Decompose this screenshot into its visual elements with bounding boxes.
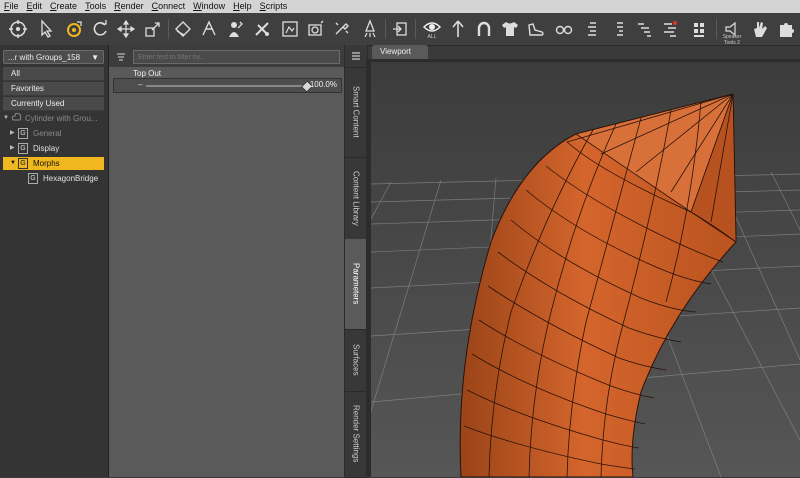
hand-icon[interactable] bbox=[748, 17, 772, 41]
joint-editor-icon[interactable] bbox=[197, 17, 221, 41]
menu-bar: File Edit Create Tools Render Connect Wi… bbox=[0, 0, 800, 13]
scene-list-icon[interactable] bbox=[658, 17, 682, 41]
filter-options-icon[interactable] bbox=[115, 51, 127, 63]
tab-label: Content Library bbox=[351, 170, 361, 226]
menu-scripts[interactable]: Scripts bbox=[256, 0, 292, 13]
tree-item-label: Display bbox=[33, 144, 60, 153]
puzzle-icon[interactable] bbox=[774, 17, 798, 41]
nav-favorites[interactable]: Favorites bbox=[3, 82, 104, 96]
tab-label: Surfaces bbox=[351, 344, 361, 376]
view-all-caption: ALL bbox=[427, 34, 437, 40]
geometry-editor-icon[interactable] bbox=[171, 17, 195, 41]
tree-item-hexagonbridge[interactable]: G HexagonBridge bbox=[28, 172, 104, 185]
tab-content-library[interactable]: Content Library bbox=[345, 157, 367, 240]
universal-tool-icon[interactable] bbox=[62, 17, 86, 41]
pointer-icon[interactable] bbox=[34, 17, 58, 41]
tab-label: Render Settings bbox=[351, 405, 361, 463]
nav-currently-used[interactable]: Currently Used bbox=[3, 97, 104, 111]
group-icon: G bbox=[18, 158, 28, 169]
spot-render-icon[interactable] bbox=[278, 17, 302, 41]
grid-list-icon[interactable] bbox=[688, 17, 712, 41]
tree-item-label: General bbox=[33, 129, 62, 138]
expand-arrow-icon[interactable]: ▼ bbox=[3, 112, 11, 125]
slider-label: Top Out bbox=[133, 69, 162, 78]
pose-list-icon[interactable] bbox=[606, 17, 630, 41]
expand-arrow-icon[interactable]: ▶ bbox=[10, 127, 18, 140]
scale-icon[interactable] bbox=[141, 17, 165, 41]
tree-item-display[interactable]: ▶ G Display bbox=[10, 142, 104, 155]
slider-value[interactable]: 100.0% bbox=[310, 80, 337, 89]
menu-tools[interactable]: Tools bbox=[81, 0, 110, 13]
parameter-filter-input[interactable] bbox=[133, 50, 340, 64]
speaker-tools-caption: Speaker Tools 2 bbox=[722, 34, 742, 46]
tab-label: Smart Content bbox=[351, 86, 361, 138]
rotate-icon[interactable] bbox=[88, 17, 112, 41]
spot-light-icon[interactable] bbox=[358, 17, 382, 41]
horseshoe-icon[interactable] bbox=[472, 17, 496, 41]
tree-root[interactable]: ▼ Cylinder with Grou... bbox=[3, 112, 104, 125]
tab-render-settings[interactable]: Render Settings bbox=[345, 391, 367, 478]
panel-menu-icon[interactable] bbox=[345, 45, 367, 68]
surface-selection-icon[interactable] bbox=[250, 17, 274, 41]
main-toolbar: ALL Speaker Tools 2 bbox=[0, 13, 800, 46]
tree-item-morphs[interactable]: ▼ G Morphs bbox=[3, 157, 104, 170]
tree-item-label: HexagonBridge bbox=[43, 174, 99, 183]
side-tab-bar: Smart Content Content Library Parameters… bbox=[344, 45, 368, 478]
tab-label: Parameters bbox=[351, 263, 361, 305]
slider-track[interactable] bbox=[146, 85, 306, 87]
tab-parameters[interactable]: Parameters bbox=[345, 239, 367, 330]
parameters-header bbox=[109, 45, 344, 67]
group-icon: G bbox=[18, 128, 28, 139]
align-list-icon[interactable] bbox=[632, 17, 656, 41]
expand-arrow-icon[interactable]: ▼ bbox=[10, 157, 18, 170]
node-weight-brush-icon[interactable] bbox=[223, 17, 247, 41]
minus-icon[interactable]: – bbox=[138, 80, 142, 89]
menu-file[interactable]: File bbox=[0, 0, 23, 13]
chevron-down-icon: ▼ bbox=[91, 53, 99, 62]
tree-root-label: Cylinder with Grou... bbox=[25, 114, 98, 123]
node-selection-icon[interactable] bbox=[6, 17, 30, 41]
render-settings-icon[interactable] bbox=[330, 17, 354, 41]
shirt-icon[interactable] bbox=[498, 17, 522, 41]
tab-surfaces[interactable]: Surfaces bbox=[345, 329, 367, 392]
menu-create[interactable]: Create bbox=[46, 0, 81, 13]
render-icon[interactable] bbox=[304, 17, 328, 41]
menu-help[interactable]: Help bbox=[229, 0, 256, 13]
viewport-3d[interactable] bbox=[371, 62, 800, 477]
morph-list-icon[interactable] bbox=[580, 17, 604, 41]
shoe-icon[interactable] bbox=[524, 17, 548, 41]
menu-edit[interactable]: Edit bbox=[23, 0, 47, 13]
up-arrow-icon[interactable] bbox=[446, 17, 470, 41]
glasses-icon[interactable] bbox=[552, 17, 576, 41]
menu-connect[interactable]: Connect bbox=[148, 0, 190, 13]
property-group-select[interactable]: ...r with Groups_158 ▼ bbox=[3, 50, 104, 64]
tree-item-label: Morphs bbox=[33, 159, 60, 168]
tab-viewport[interactable]: Viewport bbox=[372, 45, 428, 59]
tree-item-general[interactable]: ▶ G General bbox=[10, 127, 104, 140]
top-out-slider[interactable]: – 100.0% bbox=[113, 78, 342, 93]
node-icon bbox=[11, 112, 22, 126]
group-icon: G bbox=[28, 173, 38, 184]
scene-property-panel: ...r with Groups_158 ▼ All Favorites Cur… bbox=[0, 45, 109, 477]
group-icon: G bbox=[18, 143, 28, 154]
parameters-panel: Top Out – 100.0% bbox=[109, 45, 344, 477]
import-icon[interactable] bbox=[388, 17, 412, 41]
expand-arrow-icon[interactable]: ▶ bbox=[10, 142, 18, 155]
menu-window[interactable]: Window bbox=[189, 0, 229, 13]
property-group-select-value: ...r with Groups_158 bbox=[8, 53, 81, 62]
tab-smart-content[interactable]: Smart Content bbox=[345, 67, 367, 158]
translate-icon[interactable] bbox=[114, 17, 138, 41]
menu-render[interactable]: Render bbox=[110, 0, 148, 13]
nav-all[interactable]: All bbox=[3, 67, 104, 81]
